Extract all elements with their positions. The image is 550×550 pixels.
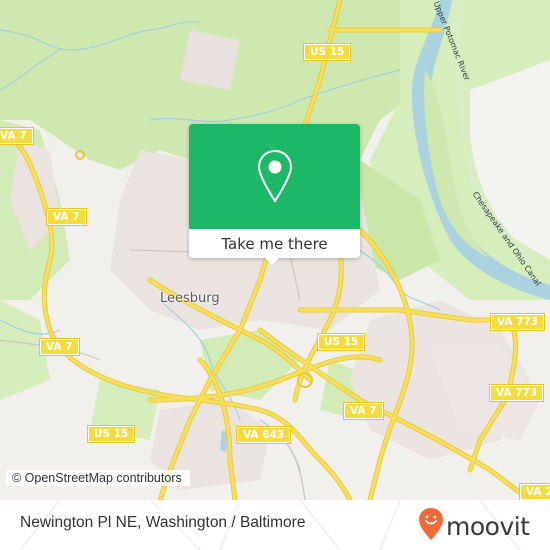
route-shield-va7: VA 7 [343,402,384,420]
route-shield-va773: VA 773 [489,313,546,331]
take-me-there-button[interactable]: Take me there [189,229,360,258]
popup-header[interactable] [189,124,360,229]
map-attribution[interactable]: © OpenStreetMap contributors [6,470,190,486]
popup-pointer [264,257,280,265]
location-title: Newington Pl NE, Washington / Baltimore [20,514,306,531]
route-shield-va7: VA 7 [39,338,80,356]
urban-area [180,30,240,90]
route-shield-va2: VA 2 [519,483,550,500]
take-me-there-popup[interactable]: Take me there [189,124,360,265]
map-widget: Leesburg Upper Potomac River Chesapeake … [0,0,550,550]
moovit-pin-logo-icon [418,507,444,545]
map-canvas[interactable]: Leesburg Upper Potomac River Chesapeake … [0,0,550,500]
moovit-wordmark: moovit [446,511,530,541]
route-shield-us15-south: US 15 [86,425,136,443]
route-shield-va7: VA 7 [46,208,87,226]
place-label-leesburg: Leesburg [160,291,220,306]
route-shield-us15: US 15 [302,43,352,61]
route-shield-va773: VA 773 [488,384,545,402]
route-shield-va7: VA 7 [0,127,34,145]
moovit-logo[interactable]: moovit [418,507,530,545]
route-shield-us15: US 15 [316,333,366,351]
footer-bar: Newington Pl NE, Washington / Baltimore … [0,500,550,550]
route-shield-va643: VA 643 [235,426,292,444]
